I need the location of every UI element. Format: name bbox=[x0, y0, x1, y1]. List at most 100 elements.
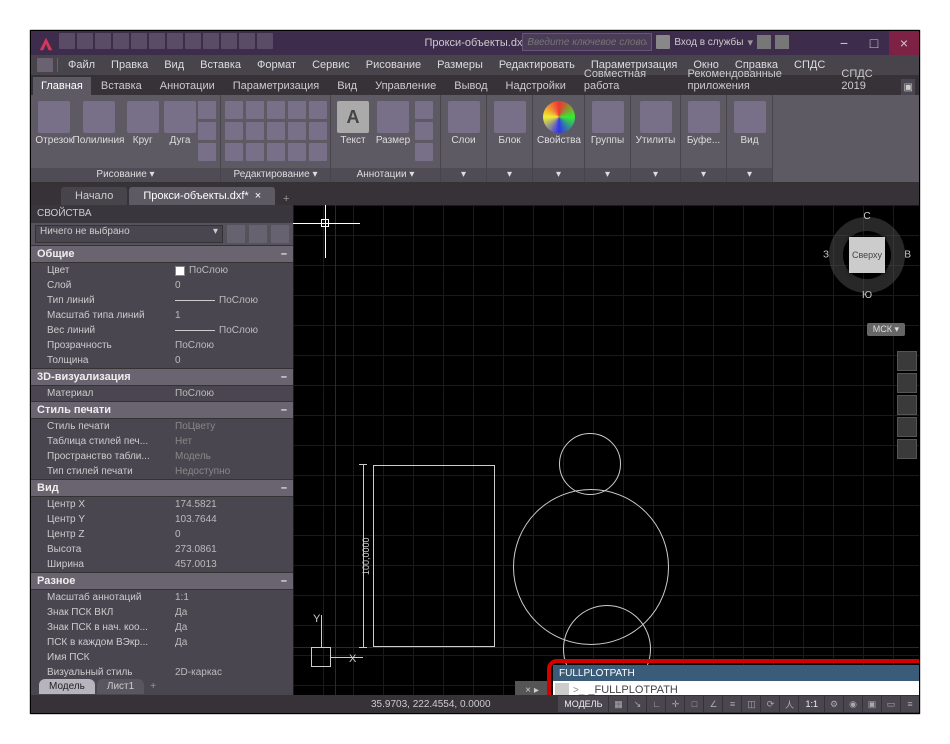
gear-icon[interactable]: ⚙ bbox=[825, 696, 843, 712]
menu-modify[interactable]: Редактировать bbox=[491, 57, 583, 73]
ribbon-tab-manage[interactable]: Управление bbox=[367, 77, 444, 95]
clipboard-button[interactable]: Буфе... bbox=[685, 97, 722, 146]
rectangle-entity bbox=[373, 465, 495, 647]
cat-misc[interactable]: Разное– bbox=[31, 572, 293, 590]
doc-tab-add[interactable]: + bbox=[277, 193, 295, 205]
command-prompt-icon bbox=[555, 683, 569, 695]
panel-modify-title[interactable]: Редактирование ▾ bbox=[221, 168, 330, 182]
ribbon-tab-spds[interactable]: СПДС 2019 bbox=[833, 65, 899, 95]
panel-draw-title[interactable]: Рисование ▾ bbox=[31, 168, 220, 182]
lweight-toggle-icon[interactable]: ≡ bbox=[723, 696, 741, 712]
title-bar: Прокси-объекты.dxf Вход в службы ▾ − □ × bbox=[31, 31, 919, 55]
navigation-bar[interactable] bbox=[897, 351, 917, 459]
ribbon: Отрезок Полилиния Круг Дуга Рисование ▾ … bbox=[31, 95, 919, 183]
app-menu-icon[interactable] bbox=[37, 58, 53, 72]
app-logo bbox=[37, 35, 55, 53]
view-button[interactable]: Вид bbox=[731, 97, 768, 146]
ortho-toggle-icon[interactable]: ∟ bbox=[647, 696, 665, 712]
ribbon-collapse-icon[interactable]: ▣ bbox=[901, 79, 915, 95]
ribbon-tab-strip: Главная Вставка Аннотации Параметризация… bbox=[31, 75, 919, 95]
line-button[interactable]: Отрезок bbox=[35, 97, 74, 146]
snap-toggle-icon[interactable]: ↘ bbox=[628, 696, 646, 712]
cat-general[interactable]: Общие– bbox=[31, 245, 293, 263]
doc-tab-current[interactable]: Прокси-объекты.dxf* × bbox=[129, 187, 275, 205]
nav-orbit-icon[interactable] bbox=[897, 417, 917, 437]
text-button[interactable]: AТекст bbox=[335, 97, 371, 146]
menu-dims[interactable]: Размеры bbox=[429, 57, 491, 73]
selection-dropdown[interactable]: Ничего не выбрано ▾ bbox=[35, 225, 223, 243]
layout-tab-model[interactable]: Модель bbox=[39, 679, 95, 694]
close-button[interactable]: × bbox=[889, 31, 919, 55]
search-input[interactable] bbox=[522, 33, 652, 51]
panel-annot-title[interactable]: Аннотации ▾ bbox=[331, 168, 440, 182]
cycling-toggle-icon[interactable]: ⟳ bbox=[761, 696, 779, 712]
isolate-icon[interactable]: ◉ bbox=[844, 696, 862, 712]
ribbon-tab-collab[interactable]: Совместная работа bbox=[576, 65, 678, 95]
dimension-button[interactable]: Размер bbox=[373, 97, 413, 146]
ribbon-tab-annot[interactable]: Аннотации bbox=[152, 77, 223, 95]
menu-edit[interactable]: Правка bbox=[103, 57, 156, 73]
annoscale-icon[interactable]: 人 bbox=[780, 696, 798, 712]
menu-format[interactable]: Формат bbox=[249, 57, 304, 73]
maximize-button[interactable]: □ bbox=[859, 31, 889, 55]
menu-tools[interactable]: Сервис bbox=[304, 57, 358, 73]
wcs-label[interactable]: МСК ▾ bbox=[867, 323, 905, 336]
nav-pan-icon[interactable] bbox=[897, 373, 917, 393]
modelspace-button[interactable]: МОДЕЛЬ bbox=[558, 696, 608, 712]
cat-3d[interactable]: 3D-визуализация– bbox=[31, 368, 293, 386]
otrack-toggle-icon[interactable]: ∠ bbox=[704, 696, 722, 712]
command-tooltip[interactable]: FULLPLOTPATH ? bbox=[553, 665, 919, 681]
viewcube-top-face[interactable]: Сверху bbox=[849, 237, 885, 273]
cat-plot[interactable]: Стиль печати– bbox=[31, 401, 293, 419]
ribbon-tab-insert[interactable]: Вставка bbox=[93, 77, 150, 95]
menu-draw[interactable]: Рисование bbox=[358, 57, 429, 73]
properties-palette: СВОЙСТВА Ничего не выбрано ▾ Общие– Цвет… bbox=[31, 205, 293, 695]
groups-button[interactable]: Группы bbox=[589, 97, 626, 146]
polar-toggle-icon[interactable]: ✛ bbox=[666, 696, 684, 712]
hwaccel-icon[interactable]: ▣ bbox=[863, 696, 881, 712]
cat-view[interactable]: Вид– bbox=[31, 479, 293, 497]
command-input[interactable] bbox=[588, 684, 919, 695]
transparency-toggle-icon[interactable]: ◫ bbox=[742, 696, 760, 712]
layout-tab-add[interactable]: + bbox=[146, 681, 160, 692]
ribbon-tab-output[interactable]: Вывод bbox=[446, 77, 495, 95]
cleanscreen-icon[interactable]: ▭ bbox=[882, 696, 900, 712]
layers-button[interactable]: Слои bbox=[445, 97, 482, 146]
customize-icon[interactable]: ≡ bbox=[901, 696, 919, 712]
quickselect-icon[interactable] bbox=[227, 225, 245, 243]
ribbon-tab-param[interactable]: Параметризация bbox=[225, 77, 327, 95]
properties-button[interactable]: Свойства bbox=[537, 97, 581, 146]
block-button[interactable]: Блок bbox=[491, 97, 528, 146]
doc-tab-start[interactable]: Начало bbox=[61, 187, 127, 205]
pickadd-icon[interactable] bbox=[271, 225, 289, 243]
ribbon-tab-addins[interactable]: Надстройки bbox=[498, 77, 574, 95]
menu-insert[interactable]: Вставка bbox=[192, 57, 249, 73]
nav-showmotion-icon[interactable] bbox=[897, 439, 917, 459]
viewcube[interactable]: Сверху С Ю В З bbox=[825, 213, 909, 297]
help-icon[interactable] bbox=[775, 35, 789, 49]
minimize-button[interactable]: − bbox=[829, 31, 859, 55]
login-link[interactable]: Вход в службы bbox=[674, 37, 743, 48]
circle-button[interactable]: Круг bbox=[124, 97, 163, 146]
ribbon-tab-view[interactable]: Вид bbox=[329, 77, 365, 95]
arc-button[interactable]: Дуга bbox=[164, 97, 196, 146]
nav-wheel-icon[interactable] bbox=[897, 351, 917, 371]
osnap-toggle-icon[interactable]: □ bbox=[685, 696, 703, 712]
grid-toggle-icon[interactable]: ▦ bbox=[609, 696, 627, 712]
polyline-button[interactable]: Полилиния bbox=[76, 97, 122, 146]
command-history-toggle[interactable]: ×▸ bbox=[515, 681, 549, 695]
utilities-button[interactable]: Утилиты bbox=[635, 97, 676, 146]
login-icon[interactable] bbox=[656, 35, 670, 49]
drawing-canvas[interactable]: 100,0000 Y X Сверху С Ю В З МСК ▾ bbox=[293, 205, 919, 695]
nav-zoom-icon[interactable] bbox=[897, 395, 917, 415]
layout-tab-sheet1[interactable]: Лист1 bbox=[97, 679, 144, 694]
menu-view[interactable]: Вид bbox=[156, 57, 192, 73]
selectobj-icon[interactable] bbox=[249, 225, 267, 243]
command-line[interactable]: >_ ▴ bbox=[553, 681, 919, 695]
cart-icon[interactable] bbox=[757, 35, 771, 49]
ribbon-tab-featured[interactable]: Рекомендованные приложения bbox=[679, 65, 831, 95]
menu-file[interactable]: Файл bbox=[60, 57, 103, 73]
annotation-scale[interactable]: 1:1 bbox=[799, 696, 824, 712]
ribbon-tab-home[interactable]: Главная bbox=[33, 77, 91, 95]
quick-access-toolbar[interactable] bbox=[59, 33, 273, 49]
